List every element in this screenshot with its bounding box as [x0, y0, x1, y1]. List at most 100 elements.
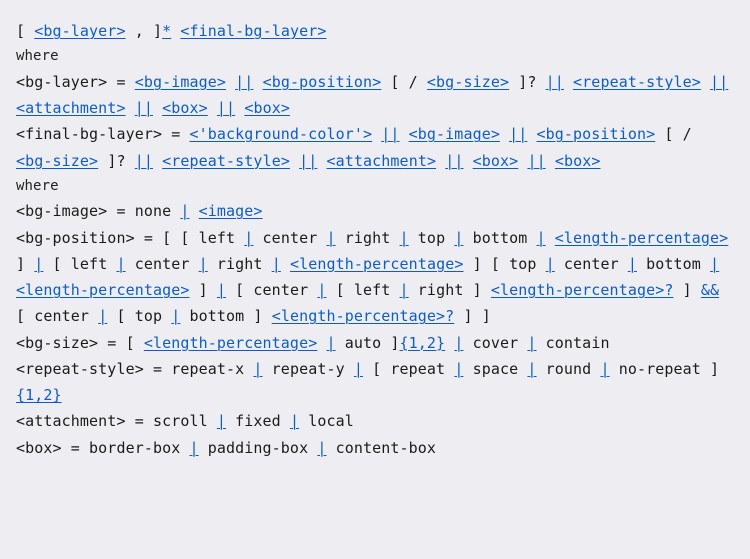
syntax-link-length-percentage[interactable]: <length-percentage> [16, 281, 189, 299]
syntax-text: <bg-position> = [ [ left [16, 229, 244, 247]
syntax-link-token[interactable]: | [628, 255, 637, 273]
syntax-link-bg-size[interactable]: <bg-size> [16, 152, 98, 170]
where-label: where [16, 174, 734, 199]
syntax-link-token[interactable]: || [546, 73, 564, 91]
syntax-text: fixed [226, 412, 290, 430]
syntax-link-token[interactable]: | [116, 255, 125, 273]
syntax-text: ] [673, 281, 700, 299]
syntax-link-token[interactable]: | [527, 360, 536, 378]
syntax-link-bg-image[interactable]: <bg-image> [409, 125, 500, 143]
syntax-link-1-2[interactable]: {1,2} [16, 386, 62, 404]
syntax-text [564, 73, 573, 91]
syntax-link-token[interactable]: || [710, 73, 728, 91]
syntax-text: no-repeat ] [610, 360, 720, 378]
syntax-text: <bg-image> = none [16, 202, 180, 220]
syntax-text [153, 152, 162, 170]
syntax-link-attachment[interactable]: <attachment> [327, 152, 437, 170]
syntax-link-token[interactable]: | [354, 360, 363, 378]
syntax-link-token[interactable]: | [326, 334, 335, 352]
syntax-link-token[interactable]: || [509, 125, 527, 143]
syntax-link-token[interactable]: | [253, 360, 262, 378]
syntax-link-token[interactable]: | [710, 255, 719, 273]
syntax-line: <bg-position> = [ [ left | center | righ… [16, 225, 734, 330]
syntax-text [546, 229, 555, 247]
syntax-link-token[interactable]: | [199, 255, 208, 273]
syntax-link-token[interactable]: || [217, 99, 235, 117]
syntax-text: local [299, 412, 354, 430]
syntax-link-box[interactable]: <box> [162, 99, 208, 117]
syntax-definition-block: [ <bg-layer> , ]* <final-bg-layer>where<… [16, 18, 734, 461]
syntax-text [372, 125, 381, 143]
syntax-link-token[interactable]: | [326, 229, 335, 247]
syntax-link-length-percentage[interactable]: <length-percentage>? [272, 307, 455, 325]
syntax-link-token[interactable]: || [381, 125, 399, 143]
syntax-link-token[interactable]: | [400, 229, 409, 247]
syntax-link-repeat-style[interactable]: <repeat-style> [573, 73, 701, 91]
syntax-text: bottom [637, 255, 710, 273]
syntax-link-token[interactable]: | [180, 202, 189, 220]
syntax-link-token[interactable]: || [135, 99, 153, 117]
syntax-line: <final-bg-layer> = <'background-color'> … [16, 121, 734, 174]
syntax-link-token[interactable]: | [189, 439, 198, 457]
syntax-link-token[interactable]: | [546, 255, 555, 273]
syntax-link-length-percentage[interactable]: <length-percentage> [144, 334, 317, 352]
syntax-text: bottom ] [180, 307, 271, 325]
syntax-link-final-bg-layer[interactable]: <final-bg-layer> [180, 22, 326, 40]
syntax-link-token[interactable]: | [527, 334, 536, 352]
syntax-link-token[interactable]: | [290, 412, 299, 430]
syntax-link-bg-layer[interactable]: <bg-layer> [34, 22, 125, 40]
syntax-link-token[interactable]: | [217, 412, 226, 430]
syntax-text [464, 152, 473, 170]
syntax-link-bg-image[interactable]: <bg-image> [135, 73, 226, 91]
syntax-link-token[interactable]: | [537, 229, 546, 247]
syntax-text: center [253, 229, 326, 247]
syntax-link-token[interactable]: | [272, 255, 281, 273]
syntax-line: <bg-size> = [ <length-percentage> | auto… [16, 330, 734, 356]
syntax-link-length-percentage[interactable]: <length-percentage> [555, 229, 728, 247]
syntax-link-box[interactable]: <box> [473, 152, 519, 170]
syntax-link-token[interactable]: || [299, 152, 317, 170]
syntax-link-token[interactable]: | [217, 281, 226, 299]
syntax-link-1-2[interactable]: {1,2} [400, 334, 446, 352]
syntax-link-box[interactable]: <box> [555, 152, 601, 170]
syntax-link-bg-position[interactable]: <bg-position> [263, 73, 382, 91]
syntax-text: [ repeat [363, 360, 454, 378]
syntax-link-repeat-style[interactable]: <repeat-style> [162, 152, 290, 170]
syntax-link-token[interactable]: || [235, 73, 253, 91]
syntax-link-length-percentage[interactable]: <length-percentage> [290, 255, 463, 273]
syntax-text: content-box [326, 439, 436, 457]
syntax-link-token[interactable]: && [701, 281, 719, 299]
syntax-link-token[interactable]: || [135, 152, 153, 170]
syntax-text [290, 152, 299, 170]
syntax-line: <bg-image> = none | <image> [16, 198, 734, 224]
syntax-text [445, 334, 454, 352]
syntax-link-background-color[interactable]: <'background-color'> [189, 125, 372, 143]
syntax-text: <bg-layer> = [16, 73, 135, 91]
syntax-line: <box> = border-box | padding-box | conte… [16, 435, 734, 461]
syntax-line: <repeat-style> = repeat-x | repeat-y | [… [16, 356, 734, 409]
syntax-link-token[interactable]: | [600, 360, 609, 378]
syntax-link-attachment[interactable]: <attachment> [16, 99, 126, 117]
syntax-text: cover [463, 334, 527, 352]
syntax-text [527, 125, 536, 143]
syntax-link-bg-position[interactable]: <bg-position> [537, 125, 656, 143]
syntax-link-token[interactable]: || [445, 152, 463, 170]
syntax-text: ] [189, 281, 216, 299]
syntax-link-token[interactable]: | [98, 307, 107, 325]
syntax-link-image[interactable]: <image> [199, 202, 263, 220]
syntax-text: auto ] [336, 334, 400, 352]
syntax-text: right [208, 255, 272, 273]
syntax-text: ]? [509, 73, 546, 91]
syntax-link-box[interactable]: <box> [244, 99, 290, 117]
syntax-link-token[interactable]: * [162, 22, 171, 40]
syntax-text: right ] [409, 281, 491, 299]
syntax-text: round [537, 360, 601, 378]
syntax-text [253, 73, 262, 91]
syntax-link-token[interactable]: | [400, 281, 409, 299]
syntax-link-bg-size[interactable]: <bg-size> [427, 73, 509, 91]
syntax-text [235, 99, 244, 117]
syntax-link-token[interactable]: || [527, 152, 545, 170]
syntax-text: ] [ top [463, 255, 545, 273]
syntax-text: center [126, 255, 199, 273]
syntax-link-length-percentage[interactable]: <length-percentage>? [491, 281, 674, 299]
